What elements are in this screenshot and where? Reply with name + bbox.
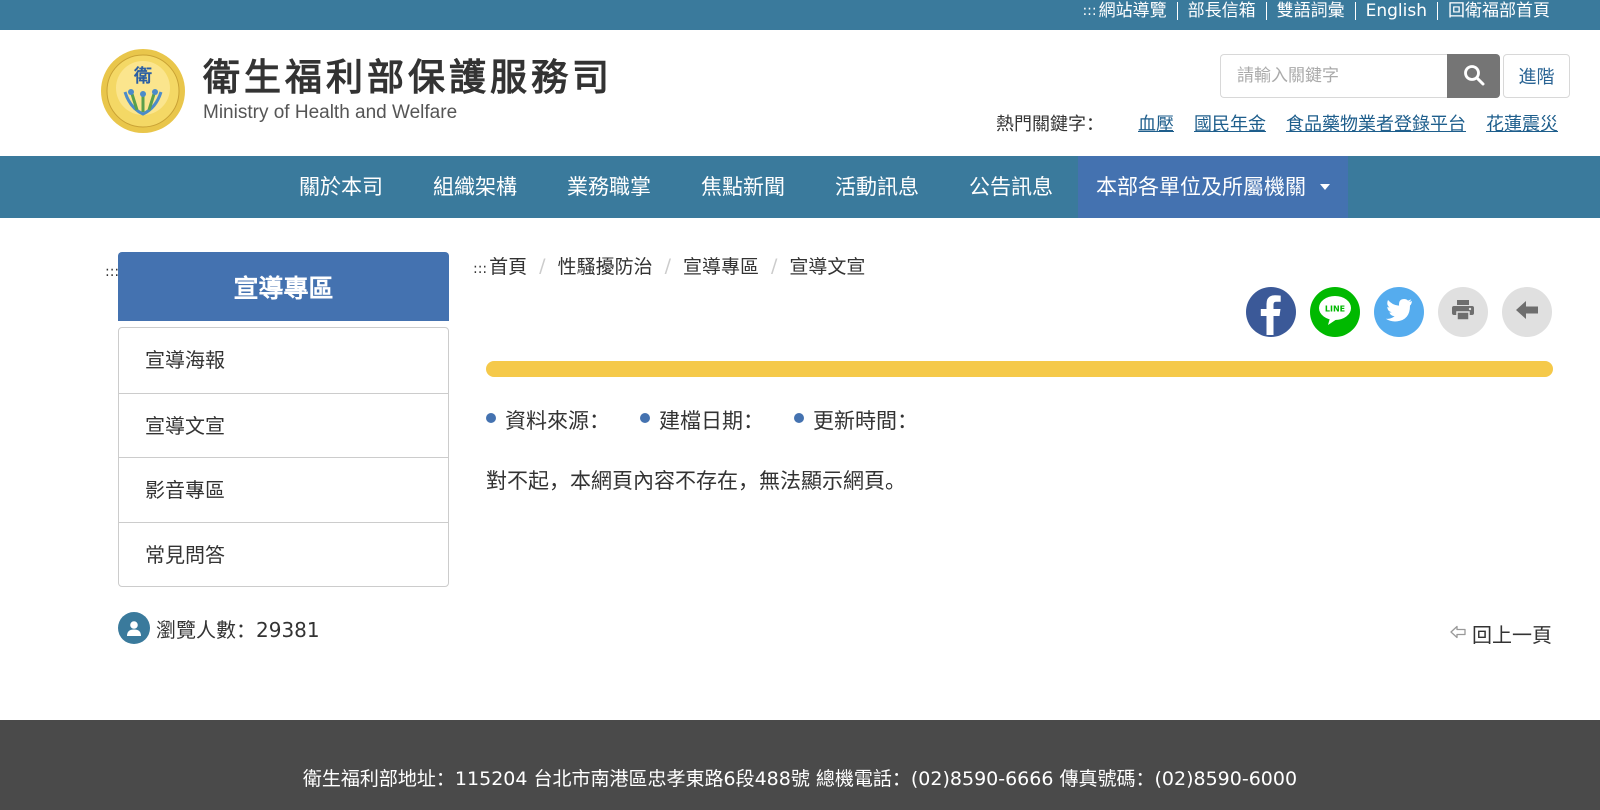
- breadcrumb-separator: /: [771, 254, 778, 277]
- link-english[interactable]: English: [1354, 2, 1437, 20]
- site-subtitle: Ministry of Health and Welfare: [203, 102, 458, 123]
- nav-item-events[interactable]: 活動訊息: [810, 156, 944, 218]
- sidebar-list: 宣導海報 宣導文宣 影音專區 常見問答: [118, 327, 449, 587]
- site-header: 衛 衛生福利部保護服務司 Ministry of Health and Welf…: [0, 30, 1600, 156]
- line-icon: LINE: [1310, 285, 1360, 339]
- line-share-button[interactable]: LINE: [1310, 287, 1360, 337]
- arrow-left-icon: [1515, 300, 1539, 324]
- breadcrumb-separator: /: [539, 254, 546, 277]
- back-to-previous-link[interactable]: 回上一頁: [1450, 619, 1552, 648]
- breadcrumb-leaflets[interactable]: 宣導文宣: [789, 252, 865, 279]
- meta-updated-time: 更新時間：: [794, 405, 918, 435]
- share-buttons: LINE: [1246, 287, 1552, 337]
- accesskey-anchor[interactable]: :::: [1082, 3, 1096, 19]
- breadcrumb-promotion-zone[interactable]: 宣導專區: [683, 252, 759, 279]
- hot-keyword-link[interactable]: 食品藥物業者登錄平台: [1286, 110, 1466, 136]
- meta-updated-label: 更新時間：: [813, 409, 918, 433]
- twitter-icon: [1385, 298, 1413, 326]
- main-nav: 關於本司 組織架構 業務職掌 焦點新聞 活動訊息 公告訊息 本部各單位及所屬機關: [0, 156, 1600, 218]
- breadcrumb-separator: /: [664, 254, 671, 277]
- back-link-label: 回上一頁: [1472, 623, 1552, 647]
- user-icon: [118, 612, 150, 644]
- visitor-counter: 瀏覽人數：29381: [118, 612, 320, 644]
- not-found-message: 對不起，本網頁內容不存在，無法顯示網頁。: [486, 469, 906, 493]
- content-accesskey-anchor[interactable]: :::: [473, 261, 487, 277]
- top-utility-bar: ::: 網站導覽 部長信箱 雙語詞彙 English 回衛福部首頁: [0, 0, 1600, 30]
- search-input[interactable]: [1220, 54, 1447, 98]
- nav-item-label: 本部各單位及所屬機關: [1096, 175, 1306, 199]
- sidebar-title: 宣導專區: [118, 252, 449, 321]
- search-box: [1220, 54, 1500, 98]
- nav-item-news[interactable]: 焦點新聞: [676, 156, 810, 218]
- bullet-icon: [486, 413, 496, 423]
- print-icon: [1451, 299, 1475, 325]
- nav-item-organization[interactable]: 組織架構: [408, 156, 542, 218]
- site-title[interactable]: 衛生福利部保護服務司: [203, 58, 613, 98]
- meta-source: 資料來源：: [486, 405, 610, 435]
- facebook-share-button[interactable]: [1246, 287, 1296, 337]
- title-divider-bar: [486, 361, 1553, 377]
- facebook-icon: [1246, 285, 1296, 339]
- meta-created-label: 建檔日期：: [659, 409, 764, 433]
- search-button[interactable]: [1447, 54, 1500, 98]
- hot-keyword-link[interactable]: 國民年金: [1194, 110, 1266, 136]
- sidebar-item-faq[interactable]: 常見問答: [119, 521, 448, 587]
- meta-source-label: 資料來源：: [505, 409, 610, 433]
- go-back-button[interactable]: [1502, 287, 1552, 337]
- site-footer: 衛生福利部地址：115204 台北市南港區忠孝東路6段488號 總機電話：(02…: [0, 720, 1600, 810]
- link-sitemap[interactable]: 網站導覽: [1099, 2, 1177, 20]
- bullet-icon: [794, 413, 804, 423]
- hot-keyword-link[interactable]: 血壓: [1138, 110, 1174, 136]
- content-meta: 資料來源： 建檔日期： 更新時間：: [486, 405, 948, 435]
- nav-item-duties[interactable]: 業務職掌: [542, 156, 676, 218]
- breadcrumb-home[interactable]: 首頁: [489, 252, 527, 279]
- hot-keywords-label: 熱門關鍵字：: [996, 114, 1104, 135]
- bullet-icon: [640, 413, 650, 423]
- link-mohw-home[interactable]: 回衛福部首頁: [1437, 2, 1560, 20]
- twitter-share-button[interactable]: [1374, 287, 1424, 337]
- search-icon: [1463, 64, 1485, 89]
- sidebar-item-posters[interactable]: 宣導海報: [119, 328, 448, 393]
- nav-items: 關於本司 組織架構 業務職掌 焦點新聞 活動訊息 公告訊息 本部各單位及所屬機關: [274, 156, 1348, 218]
- utility-links: ::: 網站導覽 部長信箱 雙語詞彙 English 回衛福部首頁: [1082, 0, 1560, 22]
- link-bilingual-glossary[interactable]: 雙語詞彙: [1265, 2, 1355, 20]
- mohw-logo-icon[interactable]: 衛: [100, 48, 186, 134]
- meta-created-date: 建檔日期：: [640, 405, 764, 435]
- breadcrumb-harassment-prevention[interactable]: 性騷擾防治: [558, 252, 653, 279]
- footer-contact-info: 衛生福利部地址：115204 台北市南港區忠孝東路6段488號 總機電話：(02…: [302, 768, 1298, 790]
- link-minister-mailbox[interactable]: 部長信箱: [1176, 2, 1266, 20]
- sidebar-item-videos[interactable]: 影音專區: [119, 457, 448, 522]
- breadcrumb: ::: 首頁 / 性騷擾防治 / 宣導專區 / 宣導文宣: [473, 252, 865, 279]
- svg-text:LINE: LINE: [1325, 305, 1345, 314]
- nav-item-announcements[interactable]: 公告訊息: [944, 156, 1078, 218]
- visitor-count-text: 瀏覽人數：29381: [156, 617, 320, 642]
- sidebar: 宣導專區 宣導海報 宣導文宣 影音專區 常見問答: [118, 252, 449, 587]
- sidebar-item-leaflets[interactable]: 宣導文宣: [119, 392, 448, 458]
- nav-item-about[interactable]: 關於本司: [274, 156, 408, 218]
- arrow-left-outline-icon: [1450, 624, 1466, 643]
- hot-keywords: 熱門關鍵字： 血壓 國民年金 食品藥物業者登錄平台 花蓮震災: [996, 110, 1558, 136]
- print-button[interactable]: [1438, 287, 1488, 337]
- advanced-search-button[interactable]: 進階: [1503, 54, 1570, 98]
- svg-text:衛: 衛: [133, 65, 152, 87]
- hot-keyword-link[interactable]: 花蓮震災: [1486, 110, 1558, 136]
- nav-item-affiliated-agencies[interactable]: 本部各單位及所屬機關: [1078, 156, 1348, 218]
- chevron-down-icon: [1320, 184, 1330, 190]
